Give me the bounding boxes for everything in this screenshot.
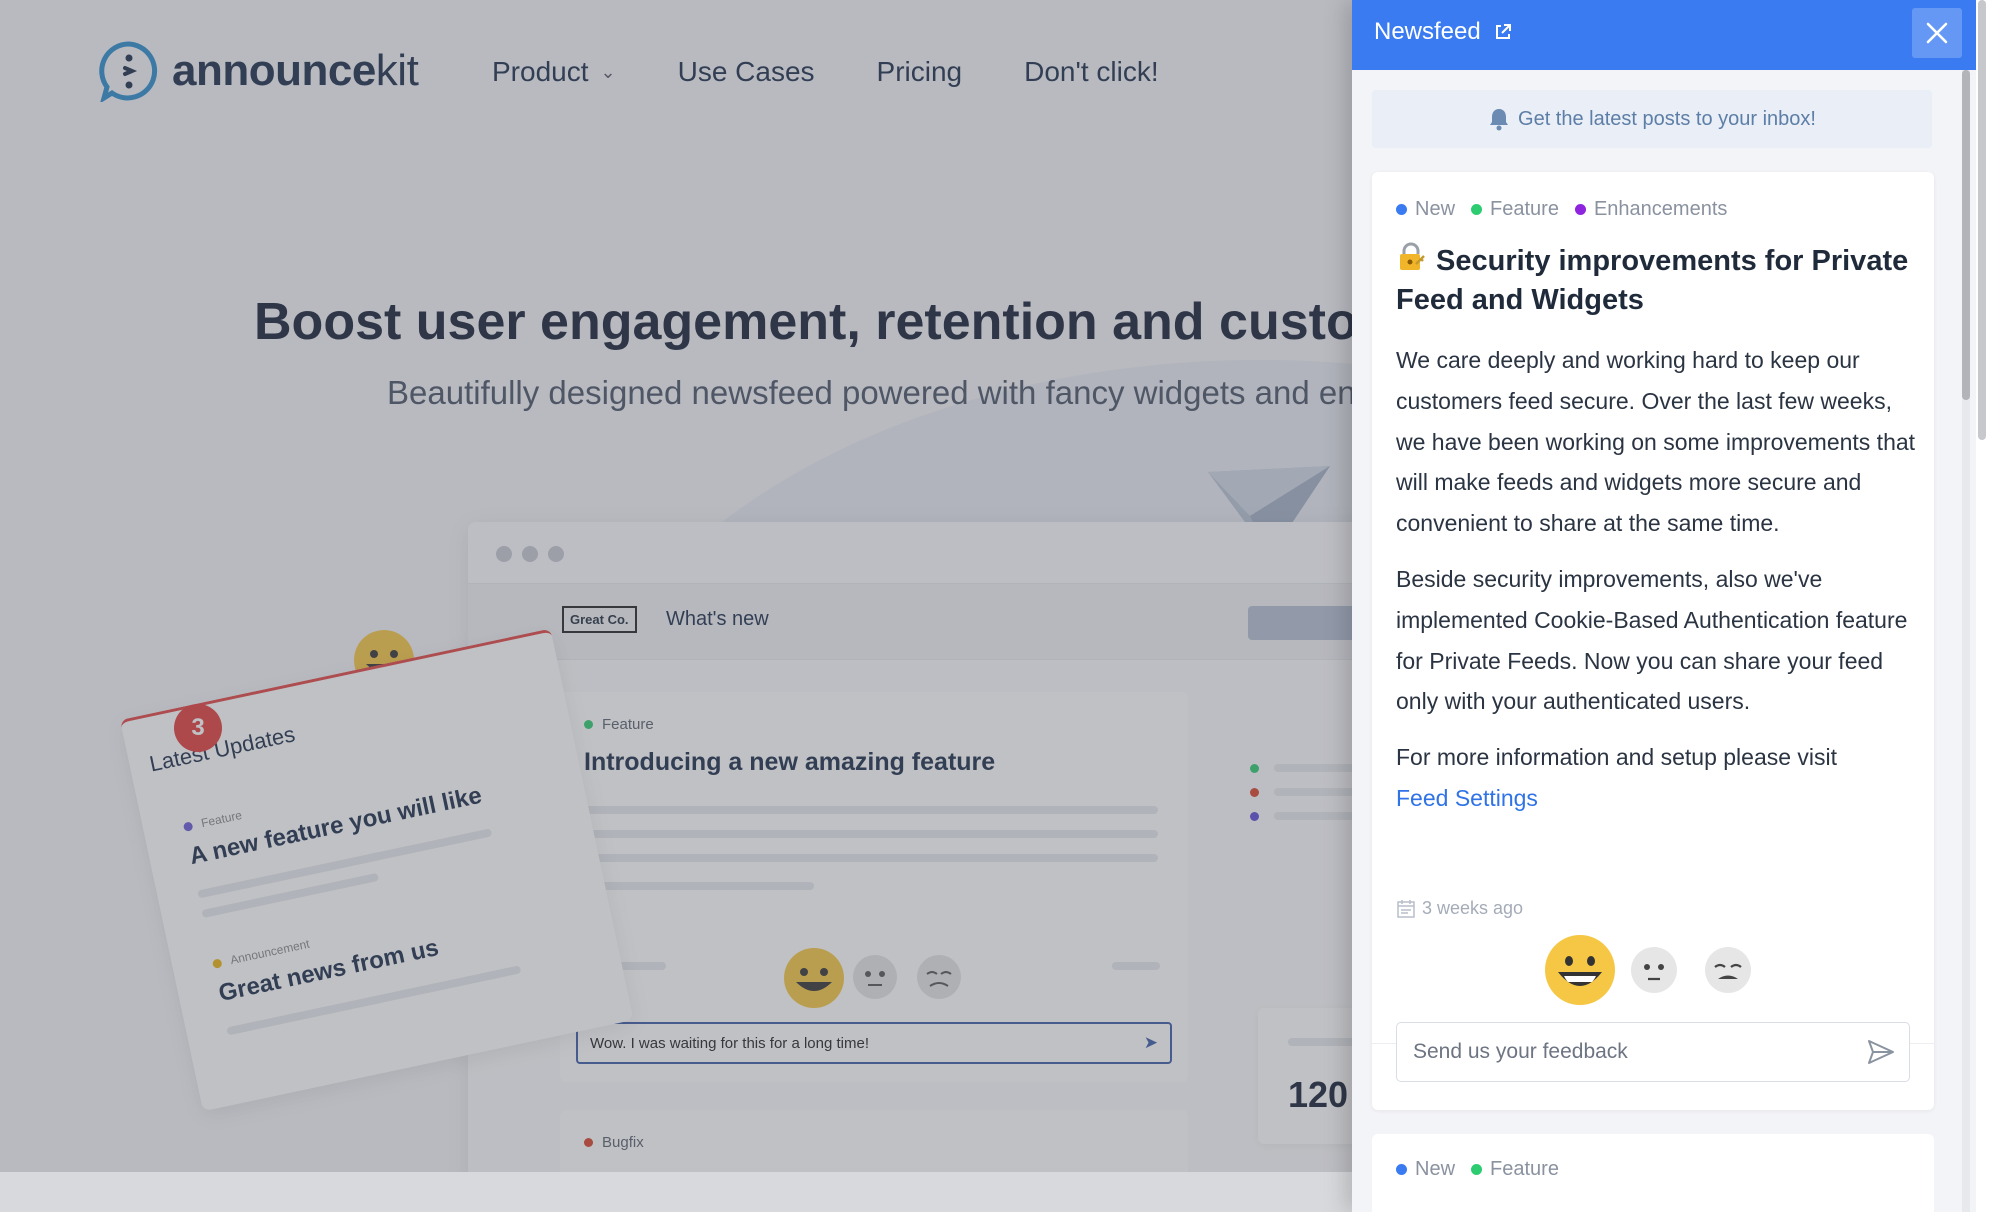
subscribe-label: Get the latest posts to your inbox!	[1518, 107, 1816, 130]
feed-settings-link[interactable]: Feed Settings	[1396, 778, 1538, 819]
grinning-face-icon[interactable]	[1544, 934, 1616, 1006]
scrollbar-thumb[interactable]	[1962, 70, 1970, 400]
page-scrollbar[interactable]	[1976, 0, 2000, 1212]
newsfeed-post: New Feature Enhancements Security improv…	[1372, 172, 1934, 1110]
page-scrollbar-thumb[interactable]	[1978, 0, 1986, 440]
feedback-input[interactable]	[1397, 1023, 1837, 1081]
neutral-face-icon[interactable]	[1630, 946, 1678, 994]
post-body: We care deeply and working hard to keep …	[1396, 340, 1916, 834]
newsfeed-post-2: New Feature	[1372, 1134, 1934, 1212]
newsfeed-title: Newsfeed	[1374, 18, 1481, 45]
newsfeed-header: Newsfeed	[1352, 0, 1976, 70]
post-title[interactable]: Security improvements for Private Feed a…	[1396, 242, 1916, 320]
bell-icon	[1490, 109, 1509, 131]
tag-enhancements[interactable]: Enhancements	[1574, 198, 1727, 221]
tag-feature[interactable]: Feature	[1471, 1158, 1559, 1181]
newsfeed-panel: Newsfeed Get the latest posts to your in…	[1352, 0, 1976, 1212]
send-icon[interactable]	[1867, 1039, 1895, 1065]
subscribe-button[interactable]: Get the latest posts to your inbox!	[1372, 90, 1932, 148]
post-tags: New Feature Enhancements	[1396, 198, 1743, 221]
tag-new[interactable]: New	[1396, 1158, 1455, 1181]
feedback-field	[1396, 1022, 1910, 1082]
close-icon	[1926, 22, 1948, 44]
close-button[interactable]	[1912, 8, 1962, 58]
external-link-icon[interactable]	[1493, 22, 1513, 42]
lock-key-icon	[1400, 242, 1425, 270]
post-date: 3 weeks ago	[1396, 898, 1523, 919]
tag-new[interactable]: New	[1396, 198, 1455, 221]
newsfeed-scrollbar[interactable]	[1962, 70, 1970, 1212]
weary-face-icon[interactable]	[1704, 946, 1752, 994]
calendar-icon	[1397, 899, 1415, 918]
post-tags: New Feature	[1396, 1158, 1575, 1181]
tag-feature[interactable]: Feature	[1471, 198, 1559, 221]
